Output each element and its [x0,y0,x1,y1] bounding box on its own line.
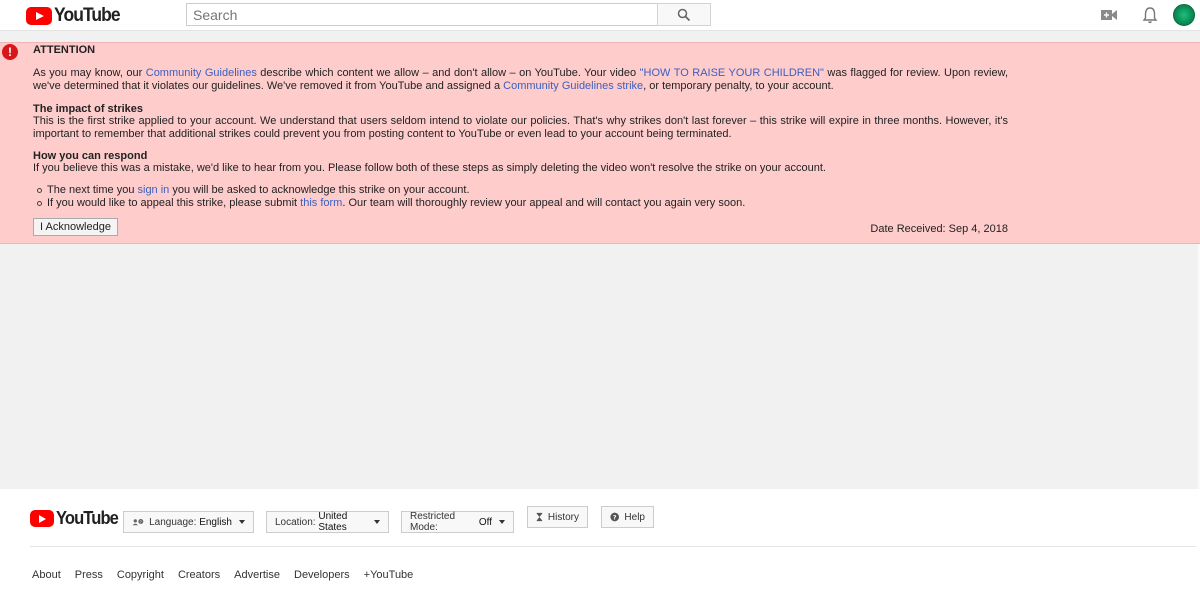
bell-icon [1142,7,1158,24]
help-label: Help [624,511,645,523]
chevron-down-icon [239,520,245,524]
text: If you would like to appeal this strike,… [47,196,301,209]
footer-links: About Press Copyright Creators Advertise… [32,569,427,581]
language-label: Language: [149,516,197,528]
text: As you may know, our [33,67,146,79]
restricted-mode-value: Off [478,516,492,528]
top-header: YouTube [0,0,1200,31]
language-value: English [199,516,232,528]
restricted-mode-label: Restricted Mode: [410,511,456,533]
avatar[interactable] [1173,4,1195,26]
footer-link-creators[interactable]: Creators [178,569,220,581]
chevron-down-icon [374,520,380,524]
help-icon: ? [610,512,620,521]
text: describe which content we allow – and do… [256,67,640,79]
logo-text: YouTube [54,5,121,26]
youtube-play-icon [30,510,54,527]
youtube-play-icon [26,7,52,25]
strike-info-link[interactable]: Community Guidelines strike [503,80,643,92]
search-input[interactable] [186,3,658,26]
footer-youtube-logo[interactable]: YouTube [30,508,123,529]
footer-link-developers[interactable]: Developers [294,569,350,581]
notice-paragraph: As you may know, our Community Guideline… [33,67,1008,92]
text: , or temporary penalty, to your account. [643,79,834,92]
footer-link-advertise[interactable]: Advertise [234,569,280,581]
help-button[interactable]: ? Help [601,506,654,528]
footer-link-copyright[interactable]: Copyright [117,569,164,581]
list-item: The next time you sign in you will be as… [35,184,1008,197]
respond-steps-list: The next time you sign in you will be as… [33,184,1008,210]
footer: YouTube ? Language: English Location: Un… [0,489,1200,589]
respond-heading: How you can respond [33,150,148,162]
video-camera-icon [1101,10,1117,20]
logo-text: YouTube [56,508,119,528]
chevron-down-icon [499,520,505,524]
strike-notice-banner: ! ATTENTION As you may know, our Communi… [0,42,1200,244]
location-button[interactable]: Location: United States [266,511,389,533]
text: . Our team will thoroughly review your a… [342,196,746,209]
language-button[interactable]: ? Language: English [123,511,254,533]
notice-title: ATTENTION [33,44,96,56]
search-icon [677,8,691,21]
hourglass-icon [536,512,543,522]
footer-link-about[interactable]: About [32,569,61,581]
appeal-form-link[interactable]: this form [300,197,342,209]
notifications-button[interactable] [1141,5,1159,25]
sign-in-link[interactable]: sign in [138,184,170,196]
location-value: United States [318,511,348,533]
acknowledge-button[interactable]: I Acknowledge [33,218,118,236]
impact-paragraph: This is the first strike applied to your… [33,115,1008,140]
footer-divider [30,546,1196,547]
notice-content: ATTENTION As you may know, our Community… [33,43,1008,210]
community-guidelines-link[interactable]: Community Guidelines [146,67,257,79]
date-received: Date Received: Sep 4, 2018 [870,223,1008,235]
youtube-logo[interactable]: YouTube [26,5,125,27]
list-item: If you would like to appeal this strike,… [35,197,1008,210]
restricted-mode-button[interactable]: Restricted Mode: Off [401,511,514,533]
language-icon: ? [132,518,144,526]
footer-link-plus-youtube[interactable]: +YouTube [364,569,414,581]
search-button[interactable] [657,3,711,26]
impact-heading: The impact of strikes [33,103,144,115]
alert-icon: ! [2,44,18,60]
footer-link-press[interactable]: Press [75,569,103,581]
text: The next time you [47,183,138,196]
upload-video-button[interactable] [1100,5,1118,25]
svg-text:?: ? [140,519,142,524]
svg-text:?: ? [613,514,617,521]
text: you will be asked to acknowledge this st… [169,183,470,196]
history-label: History [547,511,579,523]
video-title-link[interactable]: "HOW TO RAISE YOUR CHILDREN" [640,67,824,79]
history-button[interactable]: History [527,506,588,528]
respond-paragraph: If you believe this was a mistake, we'd … [33,162,826,174]
location-label: Location: [275,516,316,528]
